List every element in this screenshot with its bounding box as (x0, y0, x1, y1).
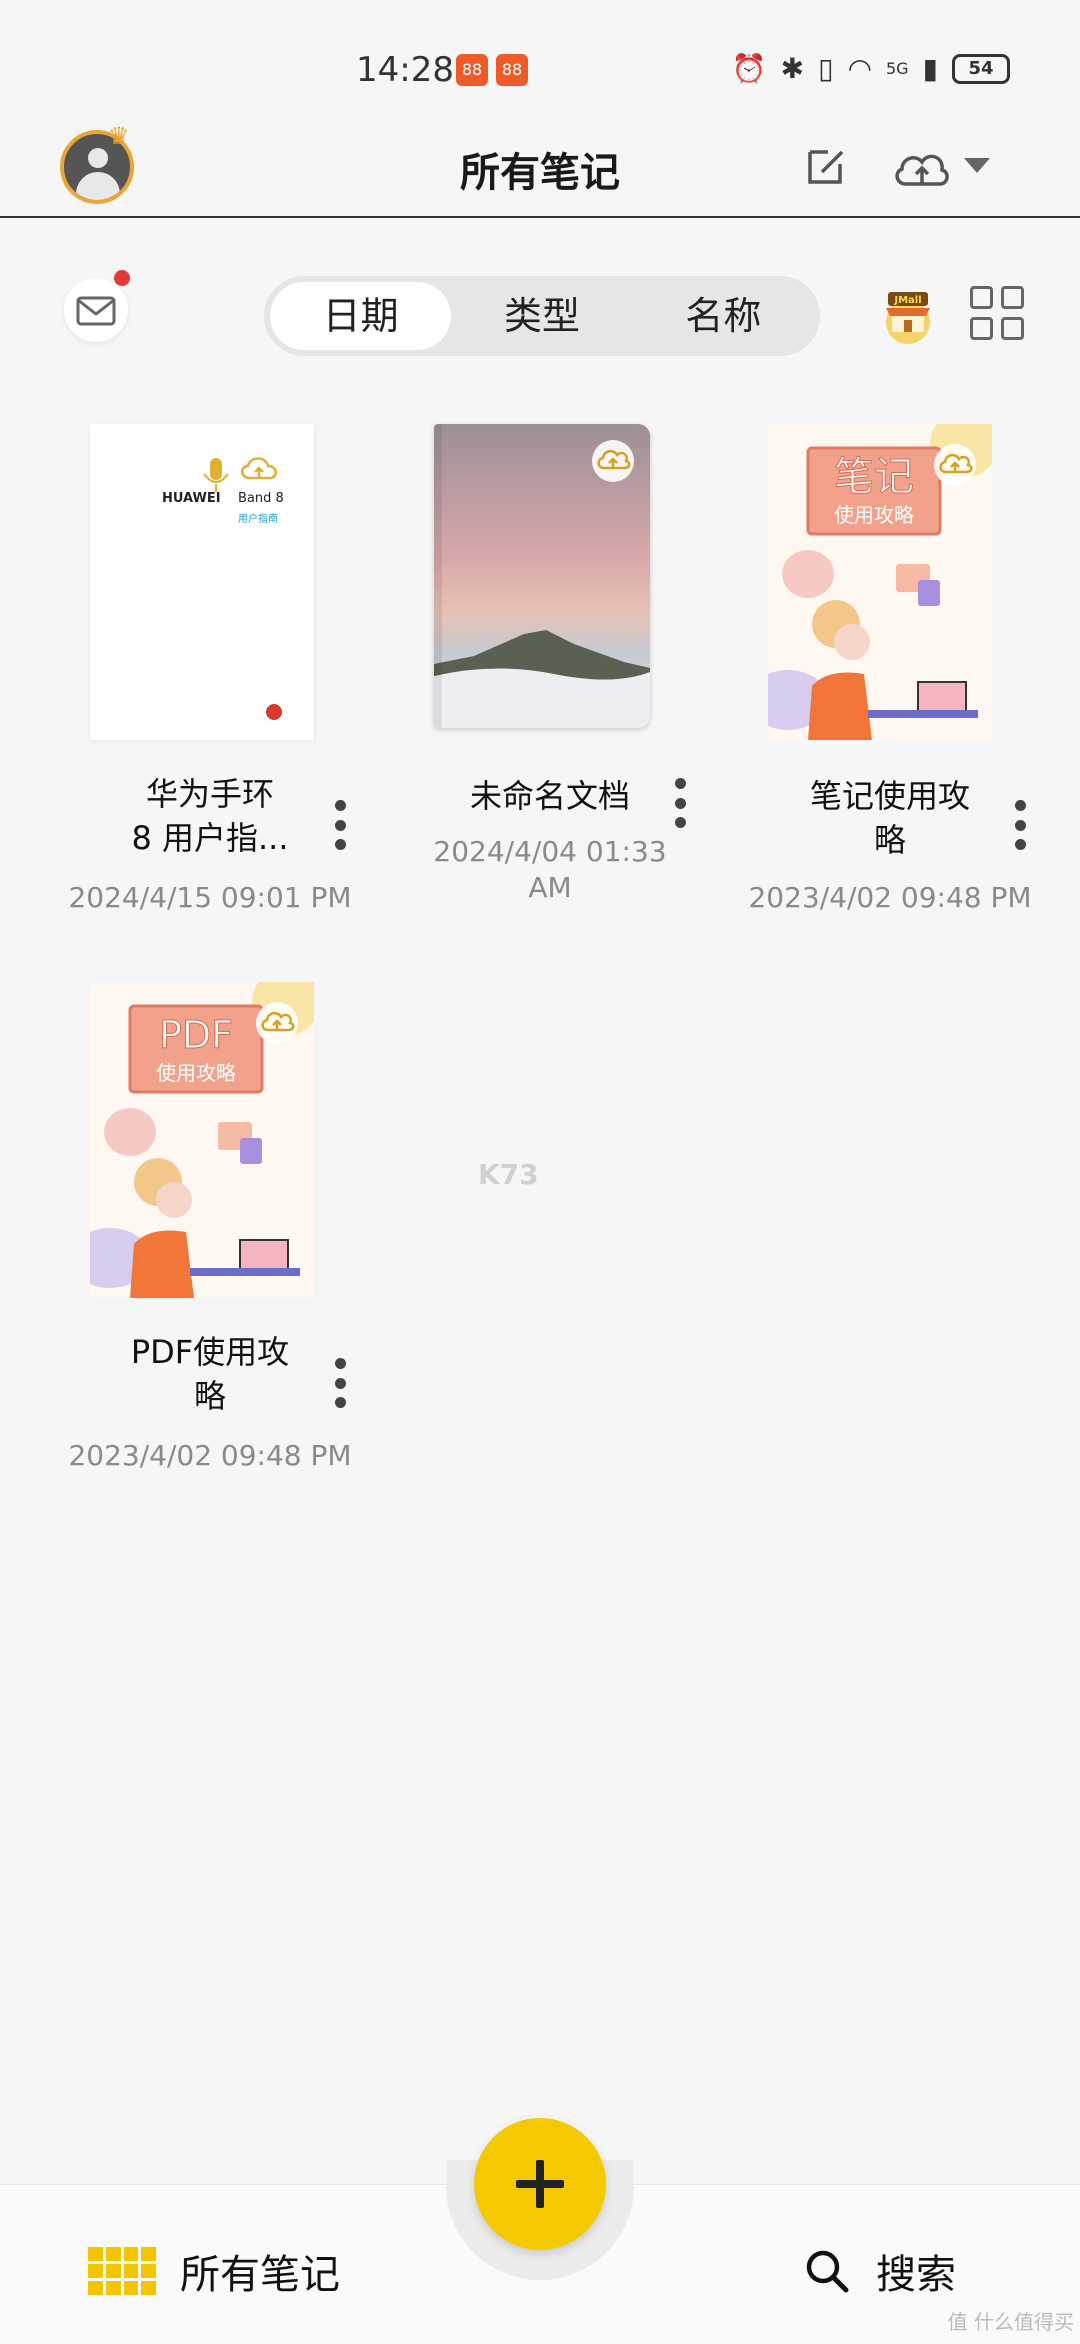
add-note-button[interactable] (474, 2118, 606, 2250)
signal-icon: ▮ (922, 52, 938, 85)
tab-name[interactable]: 名称 (633, 282, 814, 350)
app-notification-icon: 88 (496, 54, 528, 86)
more-options-icon[interactable] (672, 778, 688, 828)
note-title-line: 8 用户指... (131, 819, 289, 857)
cloud-upload-icon (592, 440, 634, 482)
tab-type[interactable]: 类型 (451, 282, 632, 350)
sort-segmented-control: 日期 类型 名称 (264, 276, 820, 356)
edit-icon[interactable] (804, 144, 848, 188)
note-card[interactable]: HUAWEI Band 8 用户指南 华为手环 8 用户指... 2024/4/… (60, 424, 360, 924)
battery-icon: 54 (952, 53, 1010, 84)
wifi-icon: ◠ (847, 52, 872, 85)
note-title: 笔记使用攻 略 (740, 774, 1040, 862)
alarm-icon: ⏰ (731, 52, 767, 85)
note-title: 未命名文档 (469, 777, 630, 815)
nav-all-notes[interactable]: 所有笔记 (88, 2242, 340, 2300)
note-title-line: 华为手环 (145, 775, 274, 813)
search-icon (806, 2250, 849, 2293)
cover-subtitle: 用户指南 (238, 512, 278, 525)
network-label: 5G (886, 59, 909, 78)
grid-view-icon[interactable] (970, 286, 1024, 340)
note-cover[interactable]: HUAWEI Band 8 用户指南 (90, 424, 314, 740)
cover-word: 使用攻略 (834, 503, 914, 527)
status-bar: 14:28 88 88 ⏰ ✱ ▯ ◠ 5G ▮ 54 (0, 0, 1080, 110)
app-notification-icon: 88 (456, 54, 488, 86)
chevron-down-icon[interactable] (964, 158, 990, 173)
note-date-line: AM (528, 871, 572, 904)
cloud-upload-icon (934, 444, 976, 486)
status-time: 14:28 (356, 50, 454, 90)
cover-model: Band 8 (238, 491, 284, 506)
note-title: 华为手环 8 用户指... (60, 772, 360, 860)
watermark: K73 (478, 1158, 539, 1191)
note-cover[interactable] (434, 424, 650, 728)
note-cover[interactable]: 笔记 使用攻略 (768, 424, 992, 740)
grid-apps-icon (88, 2247, 156, 2295)
store-label: JMall (893, 295, 921, 306)
bluetooth-icon: ✱ (780, 52, 805, 85)
note-title-line: 笔记使用攻 (809, 777, 970, 815)
top-app-bar: ♛ 所有笔记 (0, 110, 1080, 218)
cover-word: 使用攻略 (156, 1061, 236, 1085)
note-card[interactable]: 笔记 使用攻略 笔记使用攻 略 2023/4/02 09:48 PM (740, 424, 1040, 924)
tab-date[interactable]: 日期 (270, 282, 452, 350)
nav-all-notes-label: 所有笔记 (180, 2252, 340, 2298)
note-card[interactable]: PDF 使用攻略 PDF使用攻 略 2023/4/02 09:48 PM (60, 982, 360, 1482)
more-options-icon[interactable] (1012, 800, 1028, 850)
note-date: 2023/4/02 09:48 PM (68, 1439, 352, 1472)
more-options-icon[interactable] (332, 1358, 348, 1408)
mail-button[interactable] (64, 278, 128, 342)
more-options-icon[interactable] (332, 800, 348, 850)
store-icon[interactable]: JMall (876, 282, 940, 346)
huawei-logo-icon (266, 704, 282, 720)
plus-icon (536, 2160, 544, 2208)
note-title-line: PDF使用攻 (130, 1333, 290, 1371)
note-date: 2024/4/15 09:01 PM (68, 881, 352, 914)
cover-brand: HUAWEI (162, 491, 221, 506)
huawei-band-cover: HUAWEI Band 8 用户指南 (162, 457, 284, 720)
note-cover[interactable]: PDF 使用攻略 (90, 982, 314, 1298)
cover-word: 笔记 (834, 454, 914, 500)
note-title: PDF使用攻 略 (60, 1330, 360, 1418)
mail-icon (76, 296, 116, 326)
note-date: 2023/4/02 09:48 PM (748, 881, 1032, 914)
corner-watermark: 值 什么值得买 (947, 2310, 1074, 2334)
note-card[interactable]: 未命名文档 2024/4/04 01:33 AM (400, 424, 700, 924)
vibrate-icon: ▯ (818, 52, 834, 85)
note-title-line: 略 (873, 821, 906, 859)
cover-word: PDF (159, 1013, 233, 1057)
nav-search-label: 搜索 (876, 2252, 956, 2298)
cloud-upload-icon (256, 1002, 298, 1044)
note-date-line: 2024/4/04 01:33 (433, 835, 667, 868)
notification-dot (114, 270, 130, 286)
note-date: 2024/4/04 01:33 AM (380, 834, 720, 906)
nav-search[interactable]: 搜索 (802, 2242, 956, 2300)
cloud-sync-icon[interactable] (892, 144, 952, 194)
note-title-line: 略 (193, 1377, 226, 1415)
